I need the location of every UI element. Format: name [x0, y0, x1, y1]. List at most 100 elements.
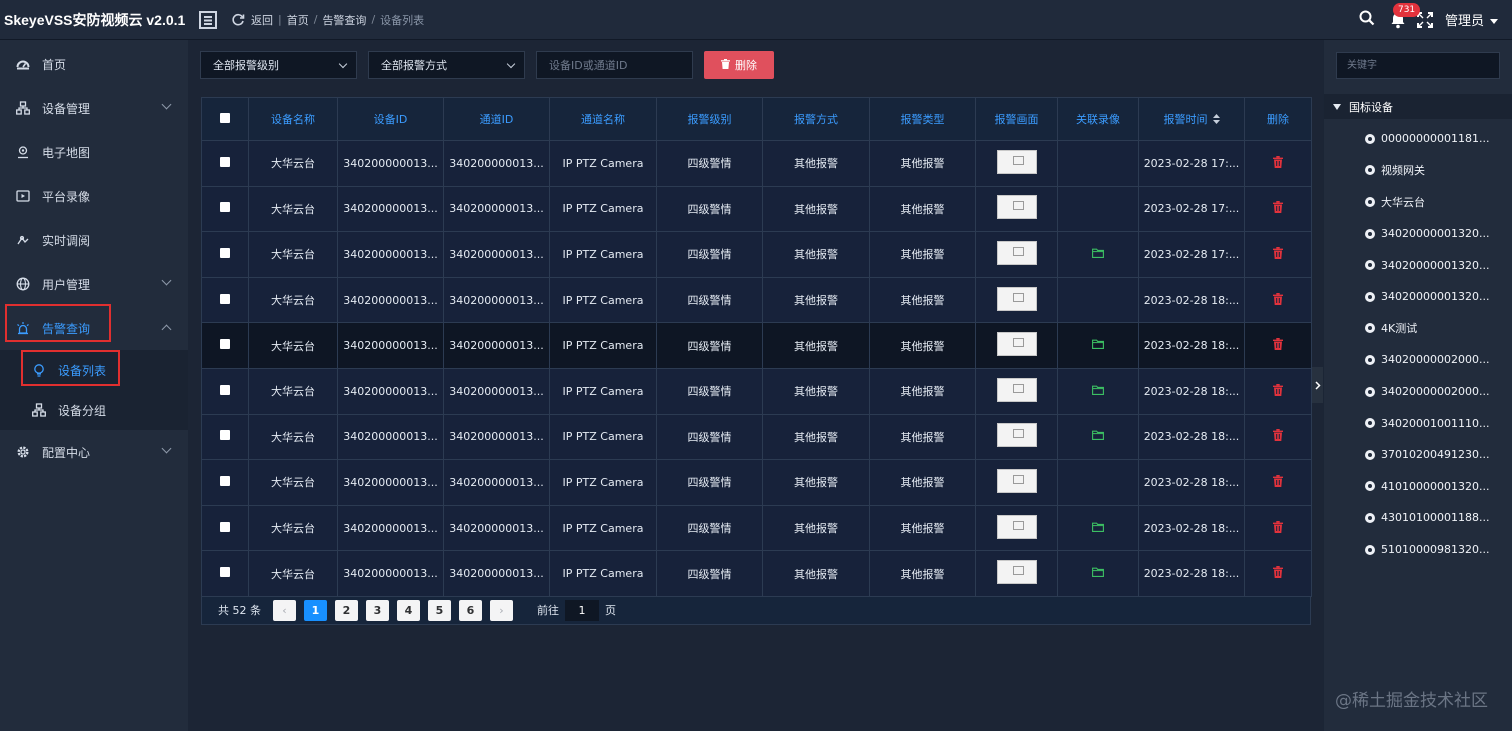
row-checkbox[interactable]: [220, 339, 230, 350]
row-checkbox[interactable]: [220, 293, 230, 304]
alarm-snapshot-cell[interactable]: [975, 367, 1058, 415]
alarm-snapshot-cell[interactable]: [975, 504, 1058, 552]
sidebar-subitem-device-group[interactable]: 设备分组: [0, 390, 188, 430]
alarm-image-thumbnail[interactable]: [996, 240, 1037, 265]
breadcrumb-alarm-query[interactable]: 告警查询: [322, 12, 366, 28]
table-row[interactable]: 大华云台 340200000013... 340200000013... IP PTZ…: [201, 231, 1312, 278]
table-row[interactable]: 大华云台 340200000013... 340200000013... IP PTZ…: [201, 185, 1312, 233]
alarm-image-thumbnail[interactable]: [996, 286, 1037, 311]
alarm-image-thumbnail[interactable]: [996, 332, 1037, 357]
tree-node[interactable]: 34020000002000...: [1324, 344, 1512, 376]
tree-node[interactable]: 41010000001320...: [1324, 471, 1512, 503]
row-checkbox-cell[interactable]: [201, 413, 249, 461]
row-checkbox[interactable]: [220, 567, 230, 578]
user-menu[interactable]: 管理员: [1445, 10, 1498, 29]
row-checkbox-cell[interactable]: [201, 367, 249, 415]
select-all-checkbox-cell[interactable]: [201, 97, 249, 141]
tree-node[interactable]: 34020001001110...: [1324, 407, 1512, 439]
row-checkbox[interactable]: [220, 475, 230, 486]
alarm-snapshot-cell[interactable]: [975, 322, 1058, 369]
page-button[interactable]: 6: [459, 599, 482, 621]
trash-icon[interactable]: [1273, 429, 1283, 444]
linked-video-cell[interactable]: [1057, 413, 1139, 461]
panel-collapse-handle[interactable]: [1312, 367, 1323, 403]
alarm-image-thumbnail[interactable]: [996, 468, 1037, 493]
alarm-image-thumbnail[interactable]: [996, 514, 1037, 539]
fullscreen-icon[interactable]: [1416, 11, 1433, 28]
row-checkbox-cell[interactable]: [201, 504, 249, 552]
sidebar-item-home[interactable]: 首页: [0, 42, 188, 86]
alarm-level-select[interactable]: 全部报警级别: [200, 51, 357, 79]
folder-icon[interactable]: [1092, 385, 1104, 398]
sidebar-item-e-map[interactable]: 电子地图: [0, 130, 188, 174]
keyword-search-input[interactable]: [1336, 52, 1500, 79]
tree-node[interactable]: 4K测试: [1324, 313, 1512, 345]
table-row[interactable]: 大华云台 340200000013... 340200000013... IP PTZ…: [201, 550, 1312, 597]
alarm-image-thumbnail[interactable]: [996, 195, 1037, 220]
row-delete-cell[interactable]: [1244, 367, 1312, 415]
next-page-button[interactable]: ›: [490, 599, 513, 621]
row-checkbox-cell[interactable]: [201, 140, 249, 187]
folder-icon[interactable]: [1092, 430, 1104, 443]
breadcrumb-home[interactable]: 首页: [287, 12, 309, 28]
alarm-image-thumbnail[interactable]: [996, 560, 1037, 585]
folder-icon[interactable]: [1092, 522, 1104, 535]
menu-toggle-icon[interactable]: [199, 10, 217, 29]
device-search-input[interactable]: [536, 51, 693, 79]
alarm-snapshot-cell[interactable]: [975, 413, 1058, 461]
tree-node[interactable]: 34020000001320...: [1324, 249, 1512, 281]
linked-video-cell[interactable]: [1057, 367, 1139, 415]
tree-node[interactable]: 大华云台: [1324, 186, 1512, 218]
row-delete-cell[interactable]: [1244, 185, 1312, 233]
row-checkbox-cell[interactable]: [201, 550, 249, 597]
sort-icon[interactable]: [1212, 113, 1220, 127]
trash-icon[interactable]: [1273, 383, 1283, 399]
linked-video-cell[interactable]: [1057, 231, 1139, 278]
table-row[interactable]: 大华云台 340200000013... 340200000013... IP PTZ…: [201, 276, 1312, 324]
page-button[interactable]: 4: [397, 599, 420, 621]
alarm-method-select[interactable]: 全部报警方式: [368, 51, 525, 79]
sidebar-item-user-management[interactable]: 用户管理: [0, 262, 188, 306]
table-row[interactable]: 大华云台 340200000013... 340200000013... IP PTZ…: [201, 413, 1312, 461]
row-delete-cell[interactable]: [1244, 140, 1312, 187]
tree-node[interactable]: 37010200491230...: [1324, 439, 1512, 471]
alarm-snapshot-cell[interactable]: [975, 276, 1058, 324]
tree-node[interactable]: 34020000001320...: [1324, 218, 1512, 250]
linked-video-cell[interactable]: [1057, 550, 1139, 597]
notification-bell-icon[interactable]: 731: [1389, 2, 1421, 29]
tree-root-node[interactable]: 国标设备: [1324, 94, 1512, 119]
column-header-sortable[interactable]: 报警时间: [1138, 97, 1245, 141]
goto-page-input[interactable]: 1: [565, 599, 599, 621]
prev-page-button[interactable]: ‹: [273, 599, 296, 621]
row-delete-cell[interactable]: [1244, 550, 1312, 597]
page-button[interactable]: 1: [304, 599, 327, 621]
row-delete-cell[interactable]: [1244, 322, 1312, 369]
row-checkbox[interactable]: [220, 384, 230, 395]
alarm-snapshot-cell[interactable]: [975, 140, 1058, 187]
alarm-image-thumbnail[interactable]: [996, 149, 1037, 174]
tree-node[interactable]: 51010000981320...: [1324, 534, 1512, 566]
sidebar-item-live-view[interactable]: 实时调阅: [0, 218, 188, 262]
table-row[interactable]: 大华云台 340200000013... 340200000013... IP PTZ…: [201, 322, 1312, 369]
row-checkbox-cell[interactable]: [201, 459, 249, 506]
linked-video-cell[interactable]: [1057, 322, 1139, 369]
linked-video-cell[interactable]: [1057, 504, 1139, 552]
tree-node[interactable]: 34020000001320...: [1324, 281, 1512, 313]
trash-icon[interactable]: [1273, 338, 1283, 353]
sidebar-item-platform-recording[interactable]: 平台录像: [0, 174, 188, 218]
row-delete-cell[interactable]: [1244, 276, 1312, 324]
page-button[interactable]: 2: [335, 599, 358, 621]
tree-node[interactable]: 43010100001188...: [1324, 502, 1512, 534]
page-button[interactable]: 3: [366, 599, 389, 621]
delete-button[interactable]: 删除: [704, 51, 774, 79]
search-icon[interactable]: [1359, 10, 1375, 29]
alarm-snapshot-cell[interactable]: [975, 231, 1058, 278]
table-row[interactable]: 大华云台 340200000013... 340200000013... IP PTZ…: [201, 504, 1312, 552]
alarm-image-thumbnail[interactable]: [996, 423, 1037, 448]
trash-icon[interactable]: [1273, 566, 1283, 581]
trash-icon[interactable]: [1273, 474, 1283, 490]
tree-node[interactable]: 视频网关: [1324, 155, 1512, 187]
row-delete-cell[interactable]: [1244, 504, 1312, 552]
folder-icon[interactable]: [1092, 567, 1104, 580]
trash-icon[interactable]: [1273, 292, 1283, 308]
